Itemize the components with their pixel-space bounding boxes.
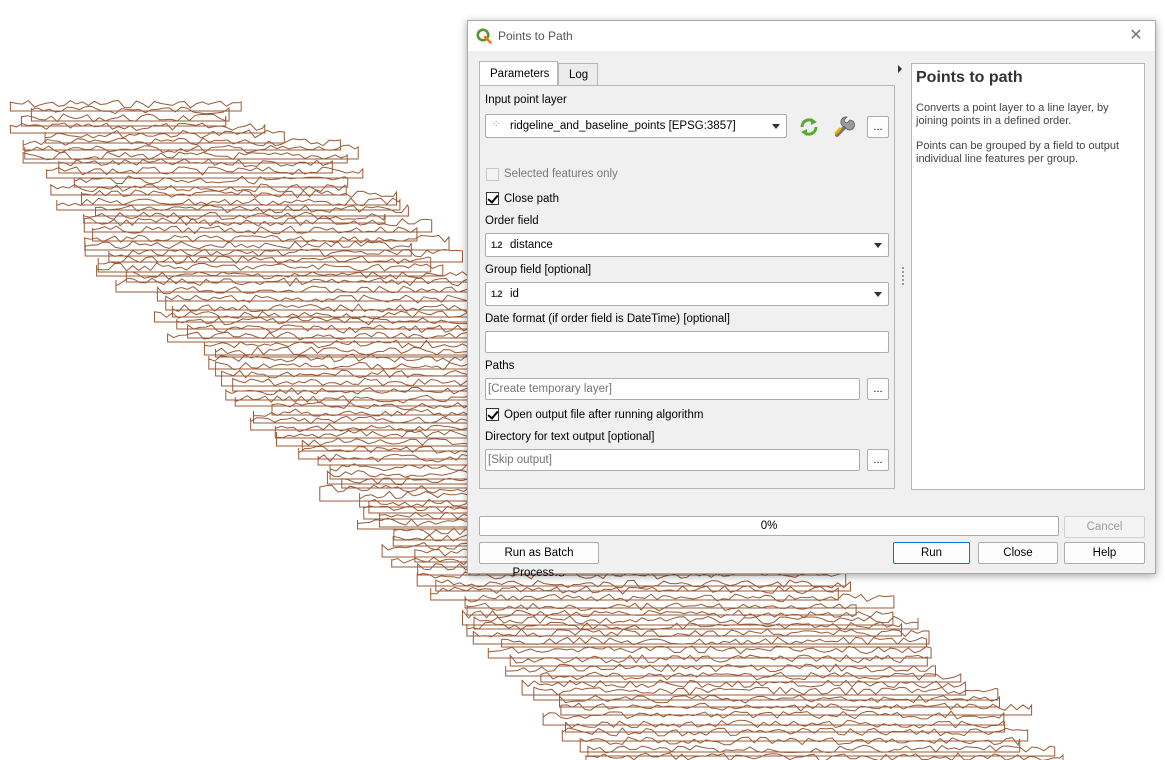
- paths-field[interactable]: [485, 378, 860, 400]
- checkmark-icon: [487, 192, 499, 204]
- input-layer-label: Input point layer: [485, 94, 567, 106]
- close-button[interactable]: Close: [978, 542, 1058, 564]
- profile-line: [95, 204, 409, 217]
- ellipsis-label: ...: [873, 383, 883, 395]
- run-batch-button[interactable]: Run as Batch Process…: [479, 542, 599, 579]
- profile-line: [30, 105, 230, 122]
- selected-only-checkbox[interactable]: [486, 168, 499, 181]
- chevron-down-icon: [772, 124, 780, 129]
- profile-line: [92, 225, 418, 242]
- paths-options-button[interactable]: ...: [867, 378, 889, 400]
- wrench-icon[interactable]: [832, 115, 856, 139]
- help-paragraph-2: Points can be grouped by a field to outp…: [916, 140, 1120, 165]
- profile-line: [156, 285, 495, 302]
- profile-line: [540, 671, 962, 683]
- profile-line: [115, 277, 512, 293]
- close-path-checkbox[interactable]: [486, 192, 499, 205]
- help-paragraph-1: Converts a point layer to a line layer, …: [916, 102, 1109, 127]
- profile-line: [84, 240, 412, 257]
- close-path-label: Close path: [504, 193, 559, 205]
- checkmark-icon: [487, 408, 499, 420]
- close-button-label: Close: [1003, 547, 1033, 559]
- profile-line: [83, 211, 386, 224]
- order-field-label: Order field: [485, 215, 539, 227]
- parameters-panel: Input point layer ⁘ ridgeline_and_baseli…: [479, 85, 895, 489]
- help-panel: Points to path Converts a point layer to…: [911, 63, 1145, 490]
- chevron-down-icon: [874, 292, 882, 297]
- iterate-icon[interactable]: [798, 116, 820, 138]
- tab-log-label: Log: [569, 69, 589, 81]
- order-field-combo[interactable]: 1.2 distance: [485, 233, 889, 257]
- paths-input[interactable]: [488, 381, 855, 397]
- group-field-combo[interactable]: 1.2 id: [485, 282, 889, 306]
- paths-label: Paths: [485, 360, 515, 372]
- profile-line: [565, 719, 1006, 733]
- cancel-button[interactable]: Cancel: [1064, 516, 1145, 538]
- profile-line: [587, 744, 1056, 757]
- profile-line: [560, 702, 1033, 716]
- ellipsis-label: ...: [873, 121, 883, 133]
- progress-text: 0%: [760, 520, 778, 532]
- help-button-label: Help: [1092, 547, 1117, 559]
- profile-line: [464, 593, 895, 609]
- open-output-checkbox[interactable]: [486, 408, 499, 421]
- input-layer-options-button[interactable]: ...: [867, 116, 889, 138]
- profile-line: [96, 262, 444, 277]
- profile-line: [472, 628, 930, 645]
- dialog-titlebar[interactable]: Points to Path ✕: [468, 21, 1155, 51]
- cancel-button-label: Cancel: [1086, 521, 1123, 533]
- point-layer-icon: ⁘: [492, 119, 500, 130]
- profile-line: [56, 197, 401, 211]
- ellipsis-label: ...: [873, 454, 883, 466]
- profile-line: [501, 636, 927, 648]
- profile-line: [533, 686, 999, 701]
- order-field-value: distance: [510, 239, 553, 251]
- tab-log[interactable]: Log: [558, 63, 598, 85]
- date-format-input[interactable]: [488, 334, 884, 350]
- directory-field[interactable]: [485, 449, 860, 471]
- group-field-label: Group field [optional]: [485, 264, 592, 276]
- numeric-field-icon: 1.2: [491, 289, 503, 299]
- profile-line: [58, 158, 333, 174]
- date-format-field[interactable]: [485, 331, 889, 353]
- close-icon[interactable]: ✕: [1125, 25, 1147, 47]
- directory-label: Directory for text output [optional]: [485, 431, 655, 443]
- tab-parameters-label: Parameters: [490, 68, 550, 80]
- input-layer-value: ridgeline_and_baseline_points [EPSG:3857…: [510, 120, 736, 132]
- directory-input[interactable]: [488, 452, 855, 468]
- points-to-path-dialog: Points to Path ✕ Parameters Log Input po…: [467, 20, 1156, 579]
- open-output-label: Open output file after running algorithm: [504, 409, 704, 421]
- profile-line: [579, 736, 1021, 753]
- numeric-field-icon: 1.2: [491, 240, 503, 250]
- group-field-value: id: [510, 288, 519, 300]
- qgis-logo-icon: [476, 28, 492, 44]
- help-title: Points to path: [916, 69, 1023, 86]
- profile-line: [22, 151, 348, 164]
- run-button[interactable]: Run: [893, 542, 970, 564]
- profile-line: [509, 653, 928, 667]
- chevron-down-icon: [874, 243, 882, 248]
- profile-line: [487, 645, 932, 659]
- selected-only-label: Selected features only: [504, 168, 618, 180]
- run-batch-button-label: Run as Batch Process…: [504, 547, 574, 579]
- help-button[interactable]: Help: [1064, 542, 1145, 564]
- tab-parameters[interactable]: Parameters: [479, 61, 558, 85]
- date-format-label: Date format (if order field is DateTime)…: [485, 313, 730, 325]
- profile-line: [97, 255, 432, 273]
- collapse-arrow-icon[interactable]: [898, 65, 902, 73]
- splitter-handle[interactable]: [902, 267, 904, 287]
- dialog-title: Points to Path: [498, 29, 573, 43]
- input-layer-combo[interactable]: ⁘ ridgeline_and_baseline_points [EPSG:38…: [485, 114, 787, 138]
- progress-bar: 0%: [479, 516, 1059, 536]
- directory-options-button[interactable]: ...: [867, 449, 889, 471]
- run-button-label: Run: [920, 547, 943, 559]
